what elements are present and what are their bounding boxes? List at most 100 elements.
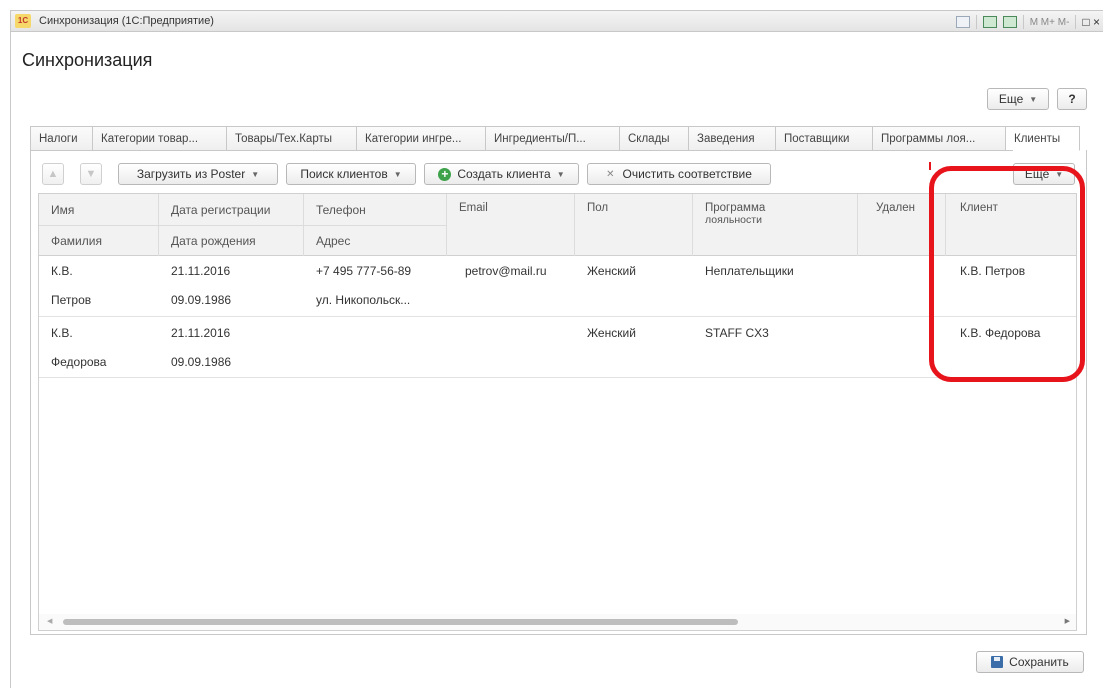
- tab-label: Категории ингре...: [365, 132, 462, 145]
- chevron-down-icon: ▼: [251, 169, 260, 179]
- cell-birth-date: 09.09.1986: [171, 354, 232, 369]
- col-loyalty[interactable]: Программа лояльности: [693, 194, 858, 256]
- page-title: Синхронизация: [22, 50, 153, 70]
- tab-label: Программы лоя...: [881, 132, 976, 145]
- col-phone[interactable]: Телефон: [304, 194, 447, 225]
- memory-buttons[interactable]: M M+ M-: [1030, 17, 1070, 28]
- window-titlebar: 1С Синхронизация (1С:Предприятие) M M+ M…: [10, 10, 1103, 32]
- clear-icon: ✕: [606, 168, 615, 180]
- calendar-icon[interactable]: [982, 16, 997, 28]
- search-clients-button[interactable]: Поиск клиентов ▼: [286, 163, 416, 185]
- cell-reg-date: 21.11.2016: [171, 263, 231, 278]
- cell-surname: Федорова: [51, 354, 107, 369]
- tab-clients[interactable]: Клиенты: [1005, 126, 1080, 151]
- tab-label: Заведения: [697, 132, 755, 145]
- row-divider: [39, 316, 1076, 317]
- col-birth-date[interactable]: Дата рождения: [159, 225, 304, 256]
- row-divider: [39, 377, 1076, 378]
- floppy-disk-icon: [991, 656, 1004, 668]
- calendar-icon[interactable]: [1002, 16, 1017, 28]
- scroll-left-icon[interactable]: ◀: [47, 617, 52, 625]
- tab-product-categories[interactable]: Категории товар...: [92, 126, 226, 151]
- tab-label: Ингредиенты/П...: [494, 132, 586, 145]
- divider: [1075, 15, 1077, 29]
- window-border: [10, 32, 11, 688]
- header-label: Дата регистрации: [171, 202, 271, 217]
- tab-label: Категории товар...: [101, 132, 199, 145]
- tab-suppliers[interactable]: Поставщики: [775, 126, 872, 151]
- col-gender[interactable]: Пол: [575, 194, 693, 256]
- col-email[interactable]: Email: [447, 194, 575, 256]
- red-marker: [929, 162, 931, 170]
- header-label: Email: [459, 202, 488, 214]
- cell-phone: [304, 318, 316, 347]
- tab-establishments[interactable]: Заведения: [688, 126, 775, 151]
- header-label: Дата рождения: [171, 233, 256, 248]
- cell-name: К.В.: [51, 263, 73, 278]
- cell-surname: Петров: [51, 292, 92, 307]
- tab-label: Склады: [628, 132, 670, 145]
- app-logo: 1С: [15, 14, 31, 28]
- tab-taxes[interactable]: Налоги: [30, 126, 92, 151]
- col-reg-date[interactable]: Дата регистрации: [159, 194, 304, 225]
- titlebar-tools: M M+ M- □ ×: [953, 11, 1103, 33]
- create-label: Создать клиента: [457, 167, 551, 181]
- col-name[interactable]: Имя: [39, 194, 159, 225]
- tab-label: Налоги: [39, 132, 78, 145]
- tab-products[interactable]: Товары/Тех.Карты: [226, 126, 356, 151]
- scroll-right-icon[interactable]: ▶: [1065, 617, 1070, 625]
- window-title: Синхронизация (1С:Предприятие): [39, 15, 214, 27]
- header-divider: [39, 225, 447, 226]
- add-icon: +: [438, 167, 452, 181]
- header-label: Адрес: [316, 233, 351, 248]
- header-label: Имя: [51, 202, 75, 217]
- load-from-poster-button[interactable]: Загрузить из Poster ▼: [118, 163, 278, 185]
- arrow-down-icon: ▼: [85, 168, 97, 180]
- cell-loyalty: Неплательщики: [705, 263, 794, 278]
- tab-loyalty-programs[interactable]: Программы лоя...: [872, 126, 1005, 151]
- tab-label: Товары/Тех.Карты: [235, 132, 332, 145]
- create-client-button[interactable]: + Создать клиента ▼: [424, 163, 579, 185]
- help-label: ?: [1068, 92, 1076, 106]
- save-button[interactable]: Сохранить: [976, 651, 1084, 673]
- cell-gender: Женский: [587, 325, 636, 340]
- cell-phone: +7 495 777-56-89: [316, 263, 412, 278]
- cell-address: [304, 347, 316, 376]
- help-button[interactable]: ?: [1057, 88, 1087, 110]
- move-up-button[interactable]: ▲: [42, 163, 64, 185]
- clients-table: Имя Фамилия Дата регистрации Дата рожден…: [38, 193, 1077, 631]
- move-down-button[interactable]: ▼: [80, 163, 102, 185]
- header-label: Фамилия: [51, 233, 102, 248]
- table-header: Имя Фамилия Дата регистрации Дата рожден…: [39, 194, 1076, 256]
- horizontal-scrollbar[interactable]: ◀ ▶: [39, 614, 1076, 630]
- chevron-down-icon: ▼: [393, 169, 402, 179]
- scrollbar-thumb[interactable]: [63, 619, 738, 625]
- form-more-button[interactable]: Еще ▼: [987, 88, 1049, 110]
- tab-bar: Налоги Категории товар... Товары/Тех.Кар…: [30, 126, 1080, 151]
- cell-deleted: [858, 256, 870, 285]
- header-label: Пол: [587, 202, 609, 214]
- col-address[interactable]: Адрес: [304, 225, 447, 256]
- cell-gender: Женский: [587, 263, 636, 278]
- col-surname[interactable]: Фамилия: [39, 225, 159, 256]
- form-more-label: Еще: [998, 92, 1024, 106]
- tab-label: Поставщики: [784, 132, 850, 145]
- document-icon[interactable]: [955, 16, 970, 28]
- header-label: Телефон: [316, 202, 366, 217]
- window-controls[interactable]: □ ×: [1082, 15, 1100, 29]
- header-label: Программа: [705, 202, 766, 214]
- header-label: лояльности: [705, 214, 762, 226]
- search-label: Поиск клиентов: [300, 167, 388, 181]
- tab-ingredients[interactable]: Ингредиенты/П...: [485, 126, 619, 151]
- chevron-down-icon: ▼: [556, 169, 565, 179]
- save-label: Сохранить: [1009, 655, 1069, 669]
- divider: [975, 15, 977, 29]
- highlight-annotation: [929, 166, 1085, 382]
- tab-warehouses[interactable]: Склады: [619, 126, 688, 151]
- arrow-up-icon: ▲: [47, 168, 59, 180]
- divider: [1022, 15, 1024, 29]
- cell-loyalty: STAFF CX3: [705, 325, 769, 340]
- clear-mapping-button[interactable]: ✕ Очистить соответствие: [587, 163, 771, 185]
- tab-ingredient-categories[interactable]: Категории ингре...: [356, 126, 485, 151]
- cell-name: К.В.: [51, 325, 73, 340]
